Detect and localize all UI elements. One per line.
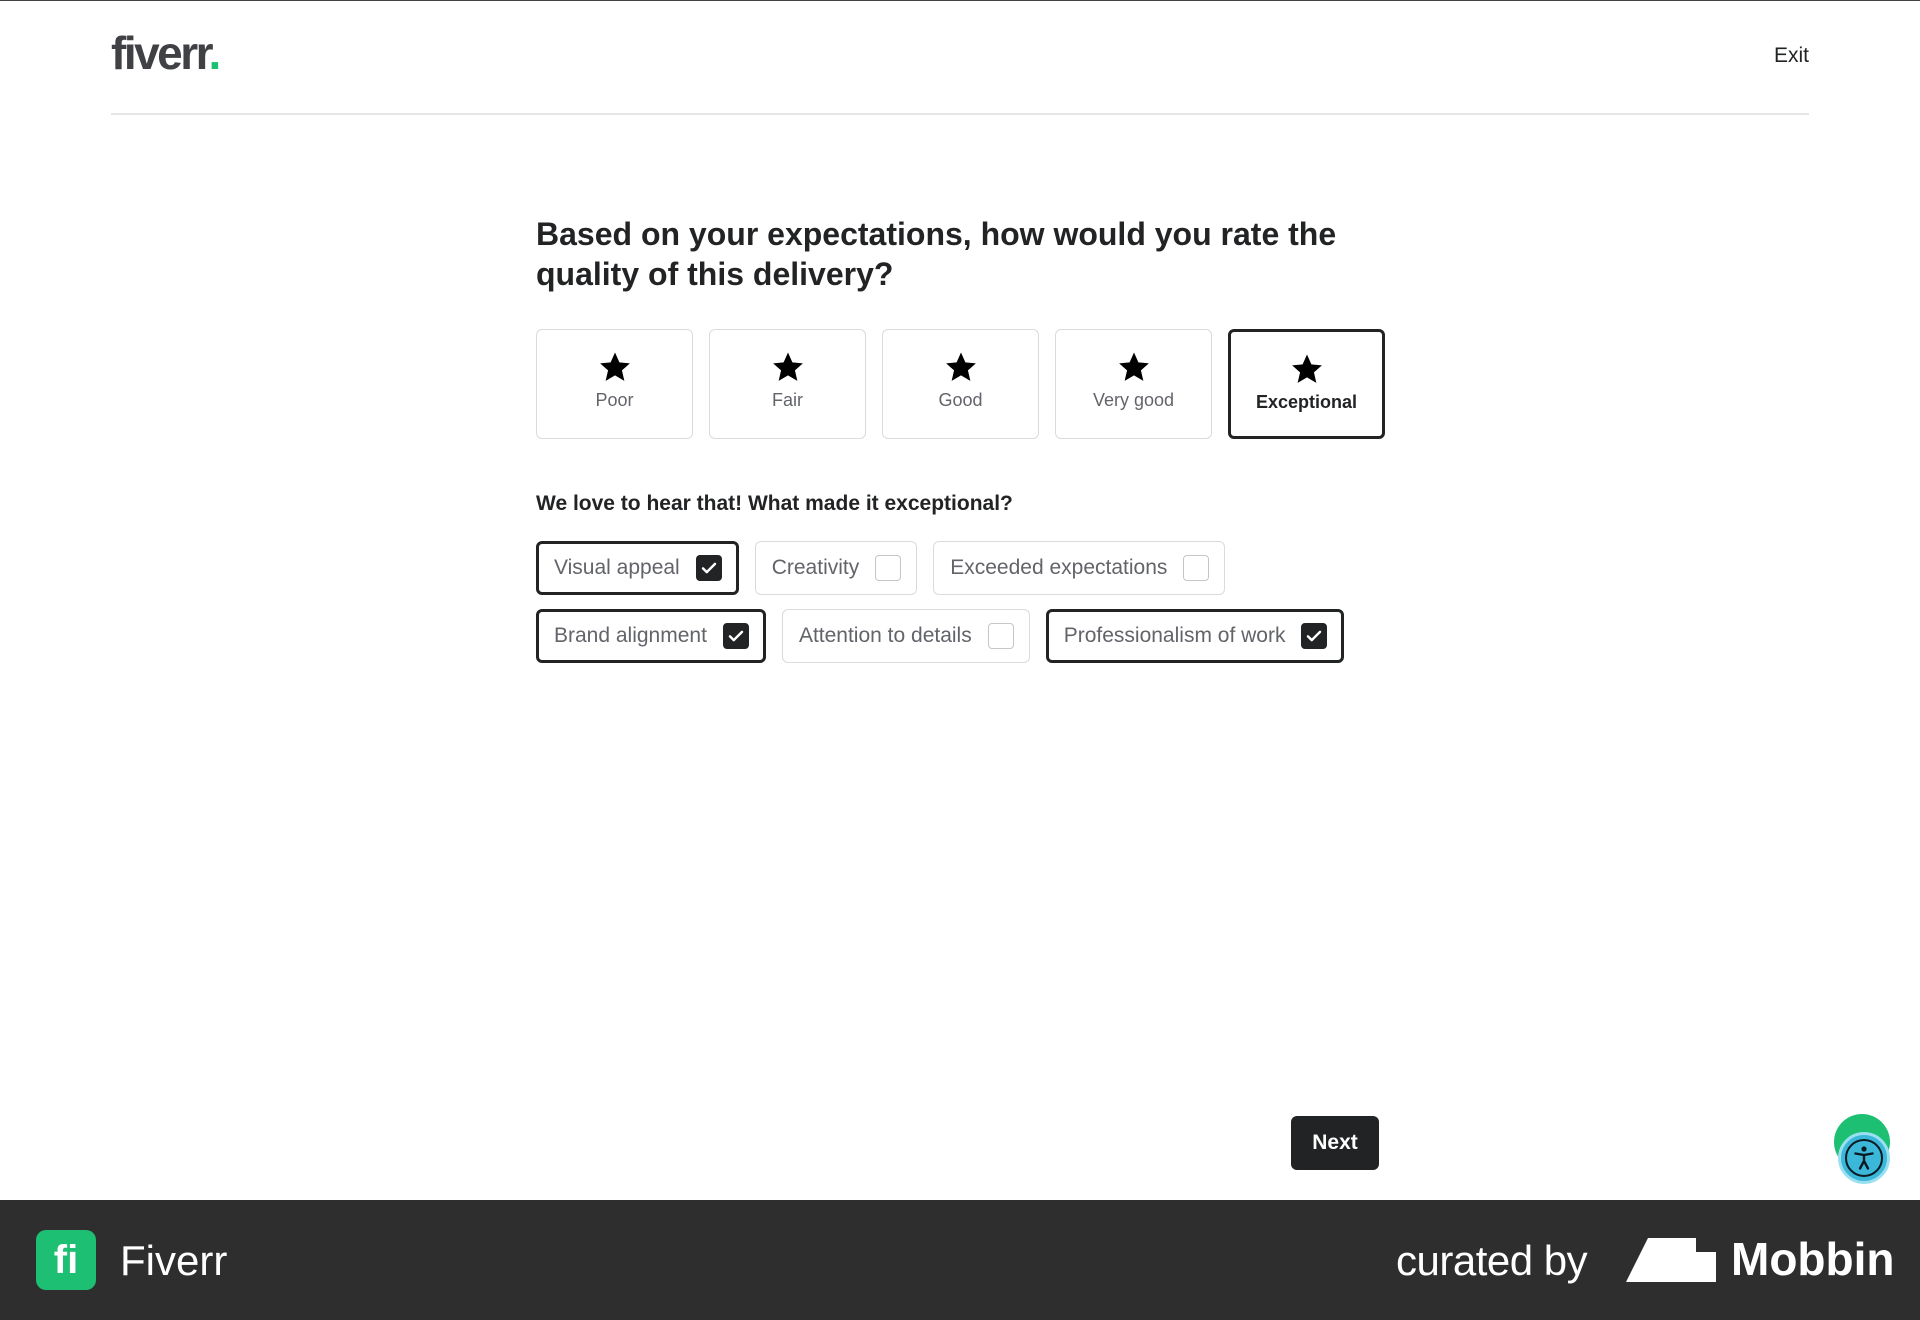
reason-chip-brand-alignment[interactable]: Brand alignment <box>536 609 766 663</box>
rating-label: Good <box>938 390 983 410</box>
reason-chip-visual-appeal[interactable]: Visual appeal <box>536 541 739 595</box>
star-icon <box>945 352 976 381</box>
checkmark-icon <box>1307 630 1322 642</box>
logo-text: fiverr <box>111 27 211 79</box>
accessibility-widget[interactable] <box>1832 1114 1890 1184</box>
chip-label: Creativity <box>771 556 860 579</box>
checkbox-checked[interactable] <box>1301 623 1328 649</box>
rating-option-good[interactable]: Good <box>882 329 1039 439</box>
reason-row: Brand alignment Attention to details Pro… <box>536 609 1345 663</box>
rating-question: Based on your expectations, how would yo… <box>536 216 1337 292</box>
reason-chip-professionalism-of-work[interactable]: Professionalism of work <box>1045 609 1345 663</box>
rating-options: Poor Fair Good Very good Exceptional <box>536 329 1385 439</box>
followup-question: We love to hear that! What made it excep… <box>536 492 1013 515</box>
chip-label: Brand alignment <box>554 624 707 647</box>
fiverr-logo[interactable]: fiverr. <box>111 27 222 79</box>
star-icon <box>599 352 630 381</box>
reason-row: Visual appeal Creativity Exceeded expect… <box>536 541 1226 595</box>
rating-option-exceptional[interactable]: Exceptional <box>1228 329 1385 439</box>
fiverr-app-icon: fi <box>36 1230 96 1290</box>
mobbin-brand: Mobbin <box>1731 1233 1895 1285</box>
checkbox-checked[interactable] <box>722 623 749 649</box>
checkbox-unchecked[interactable] <box>987 623 1014 649</box>
rating-option-very-good[interactable]: Very good <box>1055 329 1212 439</box>
chip-label: Visual appeal <box>554 556 680 579</box>
chip-label: Exceeded expectations <box>950 556 1168 579</box>
star-icon <box>1118 352 1149 381</box>
rating-option-poor[interactable]: Poor <box>536 329 693 439</box>
reason-chip-attention-to-details[interactable]: Attention to details <box>781 609 1030 663</box>
accessibility-button[interactable] <box>1838 1132 1890 1184</box>
reason-chip-exceeded-expectations[interactable]: Exceeded expectations <box>933 541 1226 595</box>
header: fiverr. Exit <box>111 0 1809 115</box>
star-icon <box>772 352 803 381</box>
star-icon <box>1291 354 1322 383</box>
exit-link[interactable]: Exit <box>1774 44 1809 68</box>
rating-label: Exceptional <box>1255 392 1358 412</box>
rating-label: Very good <box>1092 390 1175 410</box>
checkbox-unchecked[interactable] <box>875 555 902 581</box>
rating-option-fair[interactable]: Fair <box>709 329 866 439</box>
checkmark-icon <box>728 630 744 642</box>
accessibility-icon <box>1845 1139 1883 1177</box>
rating-label: Poor <box>595 390 634 410</box>
curated-by-text: curated by <box>1396 1237 1588 1284</box>
checkbox-checked[interactable] <box>695 555 722 581</box>
checkmark-icon <box>701 562 716 574</box>
chip-label: Attention to details <box>798 624 972 647</box>
next-button[interactable]: Next <box>1291 1116 1379 1170</box>
footer-banner: fi Fiverr curated by Mobbin <box>0 1200 1920 1320</box>
checkbox-unchecked[interactable] <box>1183 555 1210 581</box>
reason-chip-creativity[interactable]: Creativity <box>754 541 918 595</box>
chip-label: Professionalism of work <box>1063 624 1286 647</box>
app-name: Fiverr <box>120 1237 228 1284</box>
mobbin-logo-icon <box>1626 1238 1716 1282</box>
logo-dot: . <box>208 27 222 79</box>
rating-label: Fair <box>772 390 803 410</box>
